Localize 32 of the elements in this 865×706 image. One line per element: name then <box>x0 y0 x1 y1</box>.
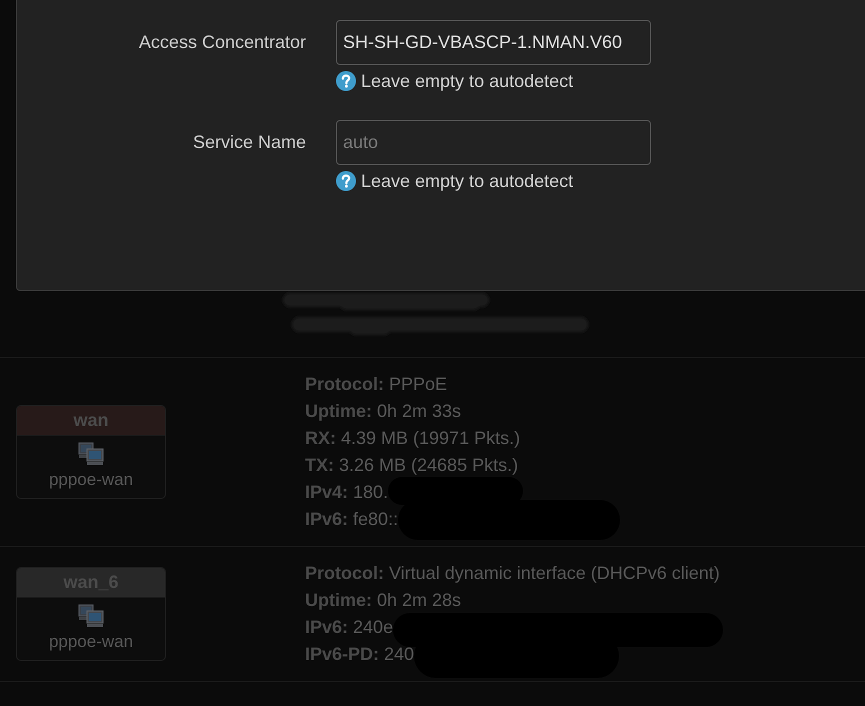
text-field[interactable]: SH-SH-GD-VBASCP-1.NMAN.V60 <box>336 20 651 65</box>
detail-value: PPPoE <box>389 373 448 396</box>
device-name: pppoe-wan <box>48 469 134 491</box>
detail-value: 0h 2m 28s <box>377 589 462 612</box>
detail-value: 3.26 MB (24685 Pkts.) <box>339 454 518 477</box>
detail-value: 240e <box>353 616 394 639</box>
detail-value: Virtual dynamic interface (DHCPv6 client) <box>389 562 720 585</box>
detail-value: 180. <box>353 481 388 504</box>
detail-value: fe80:: <box>353 508 398 531</box>
detail-label: Uptime: <box>305 400 372 423</box>
detail-label: Uptime: <box>305 589 372 612</box>
text-field[interactable]: auto <box>336 120 651 165</box>
detail-value: 240 <box>384 643 414 666</box>
detail-label: Protocol: <box>305 373 384 396</box>
detail-label: IPv6: <box>305 616 348 639</box>
computers-icon <box>78 442 104 466</box>
detail-label: IPv6: <box>305 508 348 531</box>
help-icon <box>336 171 356 191</box>
help-text: Leave empty to autodetect <box>361 171 574 191</box>
detail-label: Protocol: <box>305 562 384 585</box>
help-icon <box>336 71 356 91</box>
field-label: Service Name <box>192 131 306 154</box>
device-name: pppoe-wan <box>48 631 134 653</box>
detail-label: IPv4: <box>305 481 348 504</box>
detail-value: 0h 2m 33s <box>377 400 462 423</box>
detail-label: IPv6-PD: <box>305 643 380 666</box>
field-label: Access Concentrator <box>138 31 306 54</box>
computers-icon <box>78 604 104 628</box>
detail-label: RX: <box>305 427 336 450</box>
detail-label: TX: <box>305 454 334 477</box>
help-text: Leave empty to autodetect <box>361 71 574 91</box>
detail-value: 4.39 MB (19971 Pkts.) <box>341 427 520 450</box>
